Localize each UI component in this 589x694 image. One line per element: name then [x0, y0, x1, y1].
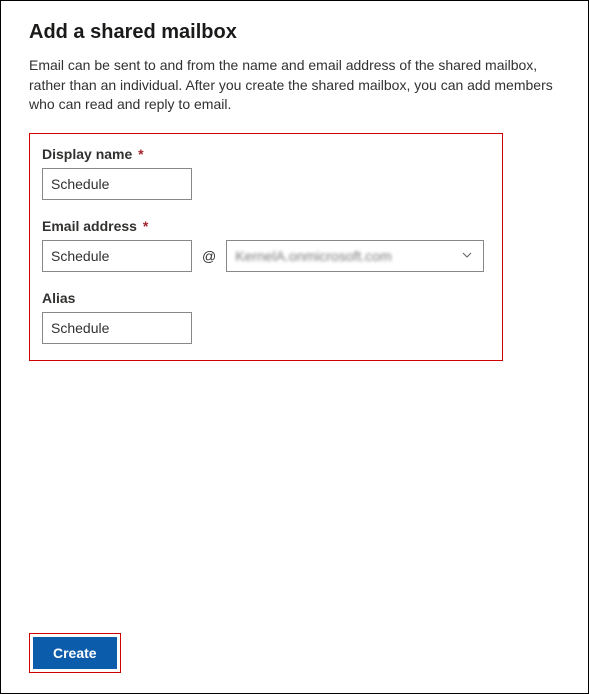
alias-input[interactable] — [42, 312, 192, 344]
display-name-label: Display name * — [42, 146, 490, 162]
display-name-label-text: Display name — [42, 146, 132, 162]
create-button[interactable]: Create — [33, 637, 117, 669]
alias-label-text: Alias — [42, 290, 75, 306]
at-symbol: @ — [202, 248, 216, 264]
domain-select-value: KernelA.onmicrosoft.com — [235, 248, 391, 264]
email-row: @ KernelA.onmicrosoft.com — [42, 240, 490, 272]
alias-label: Alias — [42, 290, 490, 306]
email-address-group: Email address * @ KernelA.onmicrosoft.co… — [42, 218, 490, 272]
form-section: Display name * Email address * @ KernelA… — [29, 133, 503, 361]
footer: Create — [29, 633, 121, 673]
page-description: Email can be sent to and from the name a… — [29, 56, 560, 115]
page-title: Add a shared mailbox — [29, 21, 560, 44]
display-name-input[interactable] — [42, 168, 192, 200]
email-address-label-text: Email address — [42, 218, 137, 234]
display-name-group: Display name * — [42, 146, 490, 200]
email-address-label: Email address * — [42, 218, 490, 234]
chevron-down-icon — [461, 248, 473, 264]
domain-select[interactable]: KernelA.onmicrosoft.com — [226, 240, 484, 272]
required-indicator: * — [138, 146, 143, 162]
required-indicator: * — [143, 218, 148, 234]
email-local-input[interactable] — [42, 240, 192, 272]
alias-group: Alias — [42, 290, 490, 344]
create-button-highlight: Create — [29, 633, 121, 673]
